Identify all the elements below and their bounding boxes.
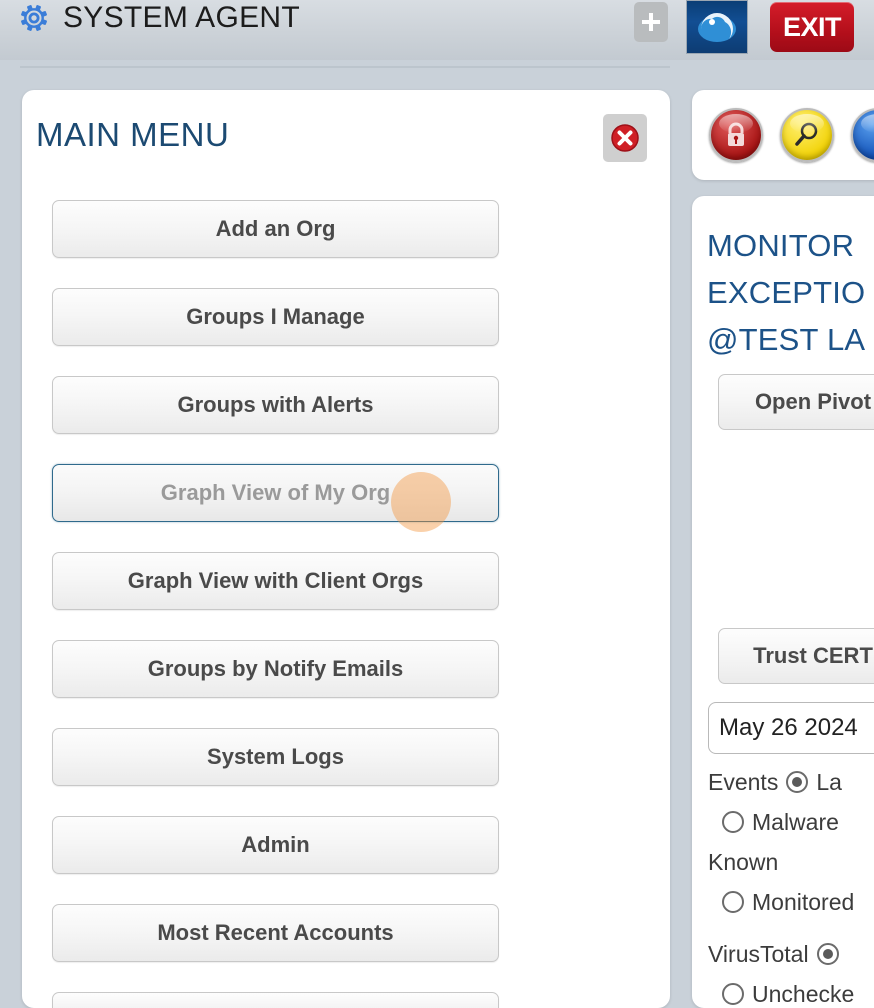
- radio-virustotal-selected[interactable]: [816, 943, 839, 965]
- date-input[interactable]: May 26 2024: [708, 702, 874, 754]
- events-row: Events La: [708, 762, 874, 802]
- exit-button[interactable]: EXIT: [770, 2, 854, 52]
- radio-monitored[interactable]: [722, 891, 744, 913]
- virustotal-label: VirusTotal: [708, 941, 809, 967]
- open-pivot-button[interactable]: Open Pivot: [718, 374, 874, 430]
- radio-unchecked[interactable]: [722, 983, 744, 1005]
- menu-item-most-recent-accounts[interactable]: Most Recent Accounts: [52, 904, 499, 962]
- unchecked-row: Unchecke: [708, 974, 874, 1008]
- radio-malware[interactable]: [722, 811, 744, 833]
- lock-icon[interactable]: [709, 108, 763, 162]
- main-menu-panel: MAIN MENU Add an Org Groups I Manage Gro…: [22, 90, 670, 1008]
- app-title: SYSTEM AGENT: [63, 1, 300, 34]
- malware-row: Malware: [708, 802, 874, 842]
- main-menu-list: Add an Org Groups I Manage Groups with A…: [52, 200, 499, 1008]
- radio-malware-label: Malware: [752, 809, 839, 835]
- known-label: Known: [708, 849, 779, 875]
- exit-button-label: EXIT: [782, 11, 842, 42]
- app-brand: SYSTEM AGENT: [18, 2, 300, 34]
- lock-glyph: [728, 122, 744, 146]
- gear-icon: [18, 2, 50, 34]
- plus-icon[interactable]: [634, 2, 668, 42]
- radio-events-latest-label: La: [816, 769, 842, 795]
- menu-item-groups-by-notify-emails[interactable]: Groups by Notify Emails: [52, 640, 499, 698]
- header-divider: [20, 66, 670, 68]
- cloud-glyph: [698, 13, 736, 42]
- events-label: Events: [708, 769, 779, 795]
- filter-options: Events La Malware Known Monitored VirusT…: [708, 762, 874, 1008]
- radio-events-latest[interactable]: [786, 771, 809, 793]
- menu-item-partial-clipped[interactable]: [52, 992, 499, 1008]
- play-glyph: [866, 123, 874, 147]
- right-column: MONITOR EXCEPTIO @TEST LA Open Pivot Tru…: [692, 90, 874, 1008]
- content-title-line-3: @TEST LA: [707, 322, 866, 357]
- close-button[interactable]: [603, 114, 647, 162]
- top-bar: SYSTEM AGENT EXIT: [0, 0, 874, 68]
- trust-cert-button[interactable]: Trust CERT: [718, 628, 874, 684]
- menu-item-add-an-org[interactable]: Add an Org: [52, 200, 499, 258]
- radio-monitored-label: Monitored: [752, 889, 855, 915]
- virustotal-row: VirusTotal: [708, 934, 874, 974]
- close-circle-icon: [611, 124, 639, 152]
- play-icon[interactable]: [851, 108, 874, 162]
- monitor-exceptions-panel: MONITOR EXCEPTIO @TEST LA Open Pivot Tru…: [692, 196, 874, 1008]
- toolbar-icon-bar: [692, 90, 874, 180]
- radio-unchecked-label: Unchecke: [752, 981, 855, 1007]
- menu-item-groups-i-manage[interactable]: Groups I Manage: [52, 288, 499, 346]
- menu-item-graph-view-of-my-org[interactable]: Graph View of My Org: [52, 464, 499, 522]
- menu-item-admin[interactable]: Admin: [52, 816, 499, 874]
- cloud-icon[interactable]: [686, 0, 748, 54]
- content-title-line-2: EXCEPTIO: [707, 275, 866, 310]
- magnifier-glyph: [795, 122, 818, 146]
- menu-item-groups-with-alerts[interactable]: Groups with Alerts: [52, 376, 499, 434]
- content-title-line-1: MONITOR: [707, 228, 855, 263]
- content-title: MONITOR EXCEPTIO @TEST LA: [707, 222, 865, 363]
- menu-item-system-logs[interactable]: System Logs: [52, 728, 499, 786]
- menu-item-graph-view-with-client-orgs[interactable]: Graph View with Client Orgs: [52, 552, 499, 610]
- search-icon[interactable]: [780, 108, 834, 162]
- monitored-row: Monitored: [708, 882, 874, 922]
- known-row: Known: [708, 842, 874, 882]
- page-title: MAIN MENU: [36, 116, 230, 153]
- plus-glyph: [642, 13, 660, 31]
